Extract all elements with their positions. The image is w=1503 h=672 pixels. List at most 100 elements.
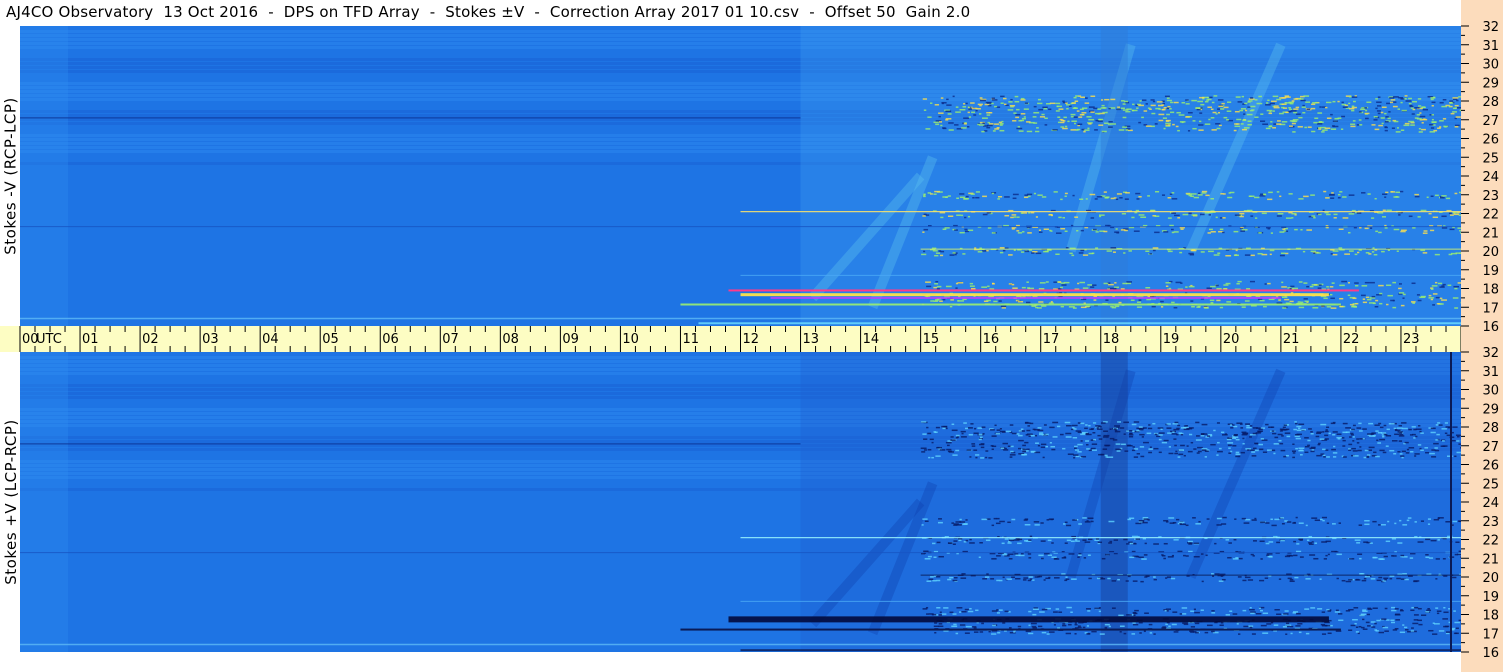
top-speckle [1270,232,1273,234]
freq-tick-label: 19 [1482,264,1499,279]
bottom-speckle [1027,448,1030,451]
top-speckle [1188,252,1194,255]
top-speckle [1098,124,1104,126]
bottom-speckle [1379,438,1386,441]
top-speckle [1208,214,1212,216]
bottom-speckle [1179,613,1183,615]
bottom-speckle [1452,520,1458,523]
top-speckle [1385,284,1392,287]
top-speckle [1092,228,1097,231]
bottom-speckle [1185,555,1189,557]
top-speckle [1412,101,1418,103]
freq-tick-label: 31 [1482,365,1499,380]
top-speckle [986,212,992,214]
top-speckle [1326,117,1332,119]
top-speckle [1145,250,1150,252]
bottom-speckle [1169,522,1175,524]
bottom-speckle [1404,441,1409,444]
top-speckle [1285,252,1289,255]
top-speckle [1090,217,1095,219]
bottom-speckle [969,607,972,610]
bottom-speckle [1273,452,1276,455]
bottom-speckle [1383,577,1389,580]
bottom-speckle [1326,426,1330,429]
top-strong-band [728,289,1359,292]
top-speckle [1038,288,1045,290]
bottom-speckle [1394,608,1399,610]
top-speckle [1301,106,1306,108]
bottom-speckle [1453,632,1459,635]
bottom-speckle [1071,578,1077,580]
top-speckle [1337,100,1340,103]
top-speckle [938,115,941,118]
top-speckle [935,280,939,283]
bottom-speckle [1382,580,1386,582]
top-speckle [1450,112,1455,115]
bottom-speckle [1146,432,1152,435]
top-speckle [1419,112,1422,114]
top-speckle [1125,110,1131,113]
top-speckle [1122,103,1126,105]
bottom-speckle [1271,524,1277,527]
bottom-speckle [1317,608,1323,610]
top-speckle [1226,301,1232,303]
bottom-speckle [1013,539,1020,541]
bottom-speckle [1295,422,1298,425]
top-speckle [1276,191,1280,193]
bottom-speckle [1131,535,1138,538]
top-speckle [1404,122,1410,125]
top-speckle [1124,100,1128,103]
bottom-speckle [1362,610,1368,613]
bottom-speckle [1342,456,1347,458]
bottom-speckle [1205,554,1208,557]
bottom-speckle [1042,456,1045,459]
bottom-speckle [1049,631,1055,633]
bottom-speckle [1008,558,1013,560]
bottom-speckle [1134,448,1139,450]
bottom-speckle [1324,434,1329,437]
top-speckle [1169,224,1174,227]
top-speckle [1182,213,1189,216]
bottom-speckle [1292,456,1295,459]
top-speckle [1414,193,1419,196]
bottom-speckle [1059,433,1064,436]
top-speckle [1436,303,1440,305]
top-speckle [1220,108,1225,110]
bottom-speckle [1289,578,1294,581]
top-speckle [1162,117,1167,119]
bottom-speckle [1064,521,1068,524]
top-speckle [1403,293,1406,296]
bottom-speckle [1398,440,1403,442]
bottom-speckle [958,538,963,540]
top-speckle [1058,216,1062,219]
top-speckle [1022,231,1025,233]
freq-tick-label: 29 [1482,76,1499,91]
top-speckle [1083,130,1086,133]
bottom-speckle [1367,433,1373,435]
top-speckle [1118,301,1122,304]
bottom-speckle [1026,433,1033,435]
top-speckle [1208,228,1213,231]
top-speckle [1323,129,1328,131]
top-speckle [1342,106,1348,108]
top-speckle [1412,302,1415,304]
top-speckle [961,127,967,129]
top-speckle [1163,127,1166,130]
bottom-speckle [1221,434,1228,436]
bottom-speckle [979,436,983,439]
top-speckle [1240,230,1245,232]
bottom-speckle [1368,422,1374,425]
bottom-speckle [1006,578,1012,580]
bottom-speckle [981,518,988,521]
bottom-speckle [1435,424,1439,426]
bottom-speckle [1033,521,1040,523]
bottom-speckle [1138,519,1145,522]
top-speckle [1337,117,1342,119]
top-speckle [986,299,991,302]
bottom-speckle [980,457,985,459]
top-speckle [933,193,937,195]
top-speckle [1173,231,1179,233]
bottom-speckle [1399,453,1403,455]
top-speckle [1071,102,1076,104]
top-speckle [1417,216,1421,218]
